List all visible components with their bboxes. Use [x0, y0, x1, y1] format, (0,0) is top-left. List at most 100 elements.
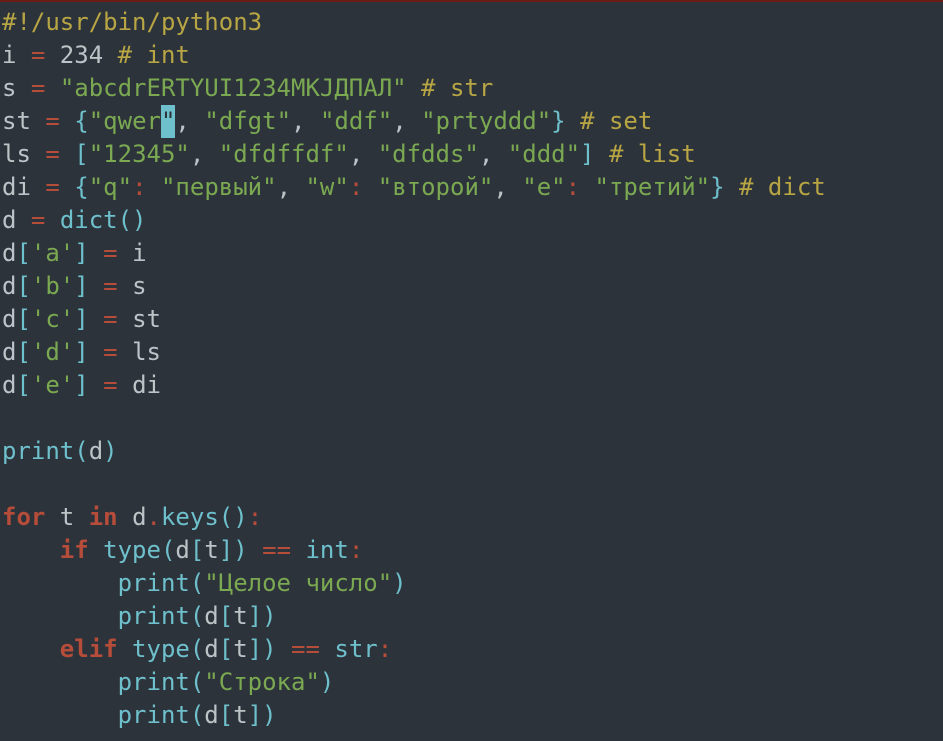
token-string: "Строка" [204, 668, 320, 696]
token-default: st [118, 305, 161, 333]
token-bracket: [ [16, 239, 30, 267]
token-op: = [103, 239, 117, 267]
token-string: 'd' [31, 338, 74, 366]
token-op: = [45, 173, 59, 201]
token-default: t [45, 503, 88, 531]
token-default: ls [118, 338, 161, 366]
token-default [2, 668, 118, 696]
token-keyword: for [2, 503, 45, 531]
token-default [60, 107, 74, 135]
token-op: = [103, 338, 117, 366]
token-default: di [2, 173, 45, 201]
token-string: "abcdrERTYUI1234MKJДПАЛ" [60, 74, 407, 102]
code-line[interactable]: #!/usr/bin/python3 [2, 6, 943, 39]
token-default [147, 173, 161, 201]
token-bracket: ( [161, 536, 175, 564]
code-line[interactable] [2, 468, 943, 501]
token-default: , [392, 107, 421, 135]
token-default: d [204, 635, 218, 663]
token-default: t [204, 536, 218, 564]
code-line[interactable]: ls = ["12345", "dfdffdf", "dfdds", "ddd"… [2, 138, 943, 171]
token-bracket: ( [190, 569, 204, 597]
code-line[interactable]: print(d) [2, 435, 943, 468]
code-editor[interactable]: #!/usr/bin/python3i = 234 # ints = "abcd… [0, 0, 943, 732]
token-op: = [45, 140, 59, 168]
code-line[interactable]: elif type(d[t]) == str: [2, 633, 943, 666]
token-default [45, 206, 59, 234]
code-line[interactable]: print(d[t]) [2, 600, 943, 633]
token-keyword: if [60, 536, 89, 564]
token-bracket: ) [103, 437, 117, 465]
code-line[interactable]: i = 234 # int [2, 39, 943, 72]
token-default: d [175, 536, 189, 564]
code-line[interactable]: s = "abcdrERTYUI1234MKJДПАЛ" # str [2, 72, 943, 105]
token-default [248, 536, 262, 564]
token-default: , [493, 173, 522, 201]
token-default [320, 635, 334, 663]
token-op: : [132, 173, 146, 201]
token-bracket: ] [580, 140, 594, 168]
code-line[interactable]: d['b'] = s [2, 270, 943, 303]
token-op: = [103, 305, 117, 333]
token-op: : [378, 635, 392, 663]
code-line[interactable]: print("Целое число") [2, 567, 943, 600]
code-line[interactable]: st = {"qwer", "dfgt", "ddf", "prtyddd"} … [2, 105, 943, 138]
token-func: print [118, 602, 190, 630]
code-line[interactable]: print(d[t]) [2, 699, 943, 732]
code-line[interactable]: d['a'] = i [2, 237, 943, 270]
token-bracket: [ [190, 536, 204, 564]
token-default [2, 635, 60, 663]
token-op: = [31, 74, 45, 102]
token-bracket: [ [219, 701, 233, 729]
token-default [2, 536, 60, 564]
token-bracket: ) [392, 569, 406, 597]
token-string: "qwer [89, 107, 161, 135]
code-line[interactable]: for t in d.keys(): [2, 501, 943, 534]
code-line[interactable]: print("Строка") [2, 666, 943, 699]
token-default [291, 536, 305, 564]
token-bracket: ( [190, 635, 204, 663]
code-line[interactable]: di = {"q": "первый", "w": "второй", "e":… [2, 171, 943, 204]
code-line[interactable]: d['d'] = ls [2, 336, 943, 369]
token-default [2, 569, 118, 597]
token-op: = [103, 272, 117, 300]
code-line[interactable]: d['e'] = di [2, 369, 943, 402]
token-keyword: in [89, 503, 118, 531]
token-default: s [2, 74, 31, 102]
token-op: = [45, 107, 59, 135]
token-string: "q" [89, 173, 132, 201]
token-default: t [233, 602, 247, 630]
token-default: i [118, 239, 147, 267]
token-string: "третий" [595, 173, 711, 201]
token-bracket: [ [16, 371, 30, 399]
token-string: "e" [522, 173, 565, 201]
token-string: "dfdds" [378, 140, 479, 168]
token-comment: # int [118, 41, 190, 69]
token-default: d [2, 371, 16, 399]
token-default: , [190, 140, 219, 168]
token-string: 'a' [31, 239, 74, 267]
token-default [89, 338, 103, 366]
token-string: 'b' [31, 272, 74, 300]
token-string: "ddd" [508, 140, 580, 168]
token-bracket: ] [74, 305, 88, 333]
token-bracket: ] [219, 536, 233, 564]
token-func: dict [60, 206, 118, 234]
token-default: d [2, 239, 16, 267]
token-bracket: ] [248, 602, 262, 630]
token-bracket: ) [262, 602, 276, 630]
token-bracket: () [219, 503, 248, 531]
token-default [89, 536, 103, 564]
token-comment: # list [609, 140, 696, 168]
code-line[interactable]: d = dict() [2, 204, 943, 237]
code-line[interactable] [2, 402, 943, 435]
code-line[interactable]: if type(d[t]) == int: [2, 534, 943, 567]
token-default [407, 74, 421, 102]
token-op: : [566, 173, 580, 201]
token-type: int [305, 536, 348, 564]
token-default [277, 635, 291, 663]
token-default: , [349, 140, 378, 168]
token-op: = [103, 371, 117, 399]
token-default: t [233, 701, 247, 729]
code-line[interactable]: d['c'] = st [2, 303, 943, 336]
